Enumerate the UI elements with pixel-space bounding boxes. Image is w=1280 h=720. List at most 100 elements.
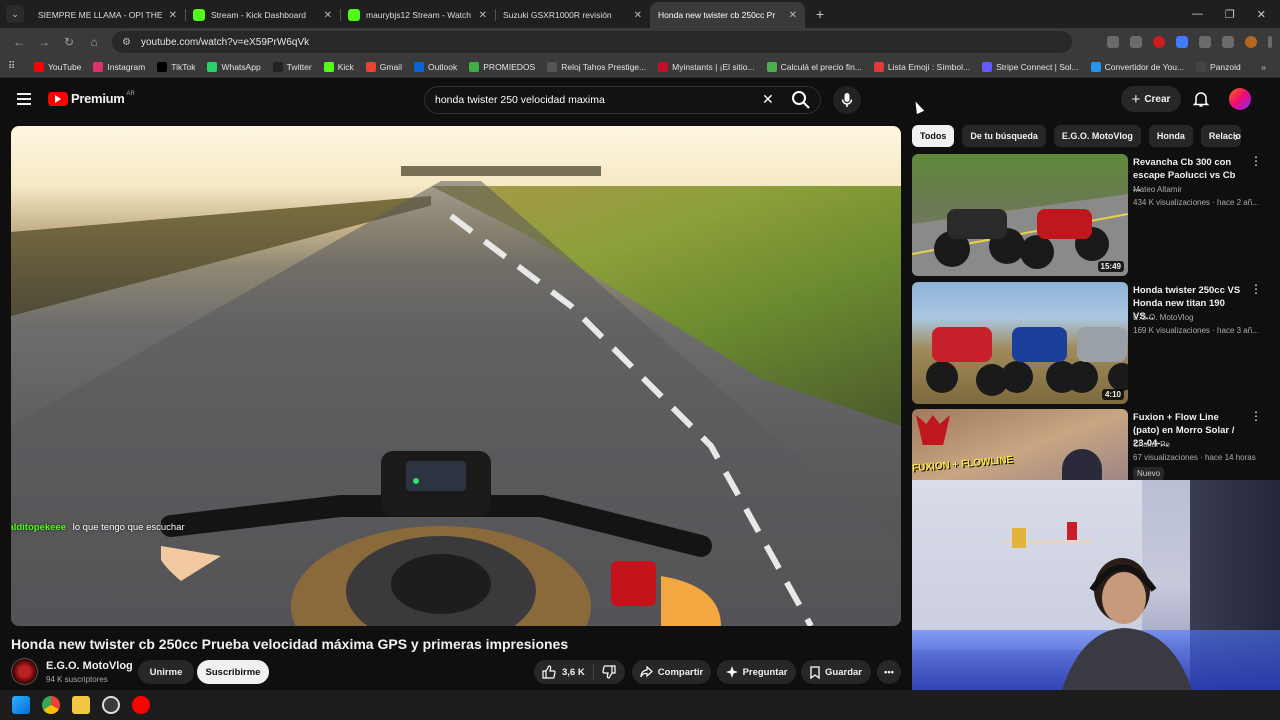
- close-window-icon[interactable]: ✕: [1257, 8, 1266, 21]
- thumbnail-caption: FUXION + FLOWLINE: [912, 454, 1014, 475]
- windows-start-icon[interactable]: [12, 696, 30, 714]
- extensions-puzzle-icon[interactable]: [1199, 36, 1211, 48]
- thumbs-down-icon: [602, 665, 616, 679]
- mouse-cursor: [911, 99, 925, 115]
- rec-meta: 67 visualizaciones · hace 14 horas: [1133, 453, 1256, 462]
- bookmark-star-icon[interactable]: [1130, 36, 1142, 48]
- obs-icon[interactable]: [102, 696, 120, 714]
- bookmark-item[interactable]: Convertidor de You...: [1090, 61, 1184, 72]
- recommendation-item[interactable]: 4:10 Honda twister 250cc VS Honda new ti…: [912, 282, 1262, 404]
- more-bookmarks-icon[interactable]: »: [1261, 62, 1266, 72]
- rec-channel[interactable]: E.G.O. MotoVlog: [1133, 313, 1193, 322]
- site-info-icon[interactable]: ⚙: [122, 37, 131, 48]
- chip-channel[interactable]: E.G.O. MotoVlog: [1053, 125, 1141, 147]
- home-icon[interactable]: ⌂: [83, 35, 105, 49]
- more-actions-button[interactable]: •••: [877, 660, 901, 684]
- minimize-icon[interactable]: —: [1192, 8, 1203, 21]
- video-player[interactable]: malditopekeee lo que tengo que escuchar: [11, 126, 901, 626]
- rec-meta: 434 K visualizaciones · hace 2 añ...: [1133, 198, 1258, 207]
- youtube-app-icon[interactable]: [132, 696, 150, 714]
- bookmark-item[interactable]: Gmail: [365, 61, 402, 72]
- reading-list-icon[interactable]: [1222, 36, 1234, 48]
- menu-icon[interactable]: [17, 93, 31, 105]
- like-button[interactable]: 3,6 K: [534, 664, 594, 680]
- avatar[interactable]: [1229, 88, 1251, 110]
- dislike-button[interactable]: [594, 665, 624, 679]
- browser-tab[interactable]: maurybjs12 Stream - Watch Liv ✕: [340, 2, 495, 28]
- close-icon[interactable]: ✕: [324, 10, 332, 21]
- bookmark-favicon-icon: [157, 61, 168, 72]
- sparkle-icon: [725, 666, 738, 678]
- rec-channel[interactable]: Chakai Pe: [1133, 440, 1170, 449]
- new-tab-button[interactable]: +: [811, 6, 829, 22]
- browser-tab[interactable]: Stream - Kick Dashboard ✕: [185, 2, 340, 28]
- channel-name[interactable]: E.G.O. MotoVlog: [46, 660, 133, 672]
- back-icon[interactable]: ←: [8, 35, 30, 49]
- more-vertical-icon[interactable]: ⋮: [1250, 410, 1262, 422]
- ask-label: Preguntar: [742, 666, 788, 678]
- tab-label: SIEMPRE ME LLAMA - OPI THE: [38, 10, 163, 20]
- bookmark-item[interactable]: WhatsApp: [207, 61, 261, 72]
- new-badge: Nuevo: [1133, 467, 1165, 480]
- video-thumbnail[interactable]: 4:10: [912, 282, 1128, 404]
- ask-button[interactable]: Preguntar: [717, 660, 796, 684]
- close-icon[interactable]: ✕: [479, 10, 487, 21]
- bookmark-favicon-icon: [365, 61, 376, 72]
- extension-icon[interactable]: [1153, 36, 1165, 48]
- chip-from-search[interactable]: De tu búsqueda: [962, 125, 1046, 147]
- file-explorer-icon[interactable]: [72, 696, 90, 714]
- bookmark-item[interactable]: Kick: [323, 61, 354, 72]
- bookmark-item[interactable]: Lista Emoji : Símbol...: [873, 61, 970, 72]
- close-icon[interactable]: ✕: [169, 10, 177, 21]
- bookmark-item[interactable]: Outlook: [413, 61, 457, 72]
- close-icon[interactable]: ✕: [789, 10, 797, 21]
- extension-icon[interactable]: [1176, 36, 1188, 48]
- voice-search-button[interactable]: [833, 86, 861, 114]
- bookmark-favicon-icon: [34, 61, 44, 72]
- youtube-premium-logo[interactable]: Premium AR: [48, 91, 135, 106]
- forward-icon[interactable]: →: [33, 35, 55, 49]
- bookmark-item[interactable]: YouTube: [34, 61, 81, 72]
- join-button[interactable]: Unirme: [138, 660, 194, 684]
- save-button[interactable]: Guardar: [801, 660, 871, 684]
- notifications-bell-icon[interactable]: [1192, 90, 1210, 108]
- bookmark-item[interactable]: Myinstants | ¡El sitio...: [658, 61, 755, 72]
- menu-kebab-icon[interactable]: [1268, 36, 1272, 48]
- recommendation-item[interactable]: 15:49 Revancha Cb 300 con escape Paolucc…: [912, 154, 1262, 276]
- chip-honda[interactable]: Honda: [1148, 125, 1193, 147]
- reload-icon[interactable]: ↻: [58, 35, 80, 49]
- more-vertical-icon[interactable]: ⋮: [1250, 283, 1262, 295]
- video-thumbnail[interactable]: 15:49: [912, 154, 1128, 276]
- bookmark-item[interactable]: Calculá el precio fin...: [766, 61, 862, 72]
- more-vertical-icon[interactable]: ⋮: [1250, 155, 1262, 167]
- address-bar[interactable]: ⚙ youtube.com/watch?v=eX59PrW6qVk: [112, 31, 1072, 53]
- bookmark-item[interactable]: Instagram: [93, 61, 145, 72]
- close-icon[interactable]: ✕: [634, 10, 642, 21]
- bookmark-item[interactable]: TikTok: [157, 61, 195, 72]
- install-app-icon[interactable]: [1107, 36, 1119, 48]
- create-button[interactable]: + Crear: [1121, 86, 1181, 112]
- browser-tab[interactable]: SIEMPRE ME LLAMA - OPI THE ✕: [30, 2, 185, 92]
- rec-channel[interactable]: Mateo Altamir: [1133, 185, 1182, 194]
- youtube-play-icon: [48, 91, 68, 106]
- chevron-right-icon[interactable]: ›: [1234, 129, 1238, 144]
- bookmark-item[interactable]: Twitter: [272, 61, 312, 72]
- tab-search-button[interactable]: ⌄: [6, 5, 24, 23]
- profile-icon[interactable]: [1245, 36, 1257, 48]
- browser-tab[interactable]: Suzuki GSXR1000R revisión ✕: [495, 2, 650, 92]
- bookmark-item[interactable]: Stripe Connect | Sol...: [982, 61, 1079, 72]
- bookmark-item[interactable]: PROMIEDOS: [469, 61, 535, 72]
- channel-avatar[interactable]: [11, 658, 38, 685]
- browser-tab-active[interactable]: Honda new twister cb 250cc Pr ✕: [650, 2, 805, 92]
- restore-icon[interactable]: ❐: [1225, 8, 1235, 21]
- tab-label: maurybjs12 Stream - Watch Liv: [366, 10, 473, 20]
- chip-all[interactable]: Todos: [912, 125, 955, 147]
- bookmark-item[interactable]: Panzoid: [1196, 61, 1241, 72]
- search-icon[interactable]: [791, 90, 811, 110]
- bookmark-item[interactable]: Reloj Tahos Prestige...: [547, 61, 646, 72]
- subscribe-button[interactable]: Suscribirme: [197, 660, 269, 684]
- chrome-icon[interactable]: [42, 696, 60, 714]
- share-button[interactable]: Compartir: [632, 660, 711, 684]
- apps-grid-icon[interactable]: ⠿: [8, 61, 20, 72]
- clear-search-icon[interactable]: ✕: [762, 91, 774, 108]
